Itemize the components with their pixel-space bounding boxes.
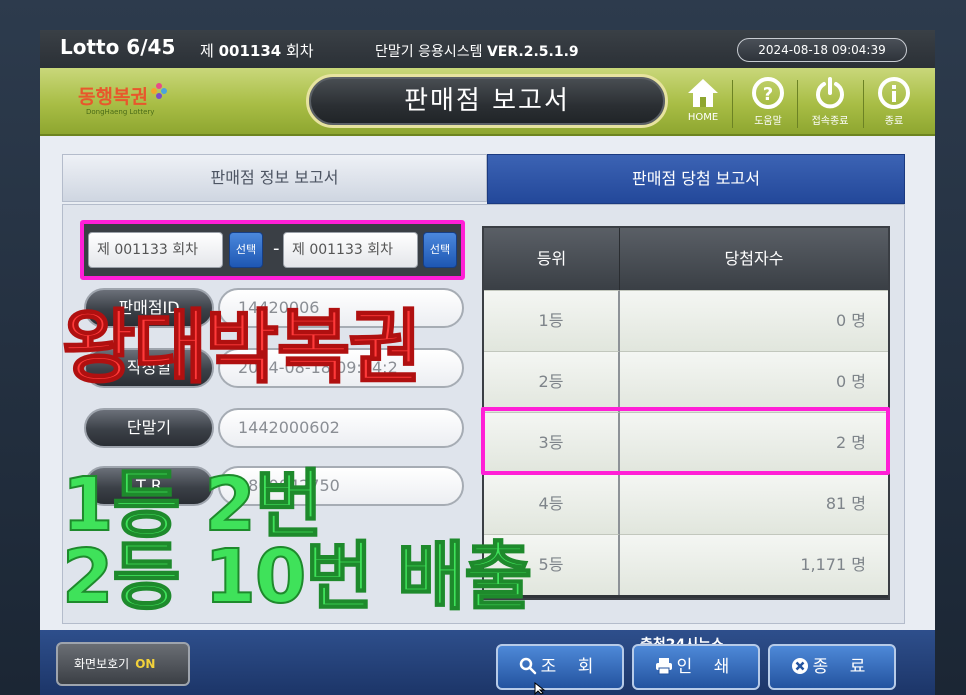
winner-count: 81: [825, 494, 847, 513]
screensaver-label: 화면보호기: [74, 657, 130, 671]
mouse-cursor-icon: [534, 682, 546, 695]
logout-button[interactable]: 접속종료: [806, 74, 854, 132]
search-button[interactable]: 조 회: [496, 644, 624, 690]
unit: 명: [851, 311, 866, 330]
unit: 명: [851, 555, 866, 574]
winner-count-cell: 81 명: [620, 473, 888, 534]
home-icon: [688, 79, 718, 107]
range-separator: -: [273, 238, 280, 259]
help-label: 도움말: [754, 116, 782, 127]
app-name: Lotto 6/45: [60, 35, 176, 59]
overlay-title: 왕대박복권: [61, 301, 423, 394]
device-bezel: Lotto 6/45 제 001134 회차 단말기 응용시스템 VER.2.5…: [0, 0, 966, 695]
winner-count: 0: [835, 372, 847, 391]
logo-flower-icon: [151, 83, 167, 99]
divider: [732, 80, 733, 128]
exit-button[interactable]: 종 료: [768, 644, 896, 690]
bottom-bar: 화면보호기ON 충청24시뉴스 조 회 인 쇄: [40, 630, 935, 695]
help-icon: ?: [752, 77, 784, 109]
screensaver-toggle[interactable]: 화면보호기 ON: [56, 642, 190, 686]
printer-icon: [655, 658, 672, 675]
winner-count: 0: [835, 311, 847, 330]
winner-count: 1,171: [800, 555, 847, 574]
terminal-value: 1442000602: [218, 408, 464, 448]
current-round: 제 001134 회차: [200, 40, 314, 61]
status-bar: Lotto 6/45 제 001134 회차 단말기 응용시스템 VER.2.5…: [40, 30, 935, 68]
round-prefix: 제: [200, 42, 214, 60]
terminal-label: 단말기: [84, 408, 214, 448]
home-button[interactable]: HOME: [679, 74, 727, 132]
exit-app-button[interactable]: 종료: [870, 74, 918, 132]
header-band: 동행복권 DongHaeng Lottery 판매점 보고서 HOME ? 도움…: [40, 68, 935, 136]
exit-label: 종 료: [812, 657, 874, 677]
divider: [797, 80, 798, 128]
round-from-select-button[interactable]: 선택: [229, 232, 263, 268]
logo-text: 동행복권: [78, 86, 148, 108]
system-label: 단말기 응용시스템: [375, 44, 483, 60]
winner-count-cell: 0 명: [620, 351, 888, 412]
logo: 동행복권 DongHaeng Lottery: [78, 82, 168, 122]
tab-store-info-report[interactable]: 판매점 정보 보고서: [62, 154, 487, 202]
winner-count-cell: 0 명: [620, 290, 888, 351]
unit: 명: [851, 494, 866, 513]
round-number: 001134: [218, 42, 282, 60]
divider: [863, 80, 864, 128]
overlay-line-2: 2등 10번 배출: [61, 534, 533, 620]
print-button[interactable]: 인 쇄: [632, 644, 760, 690]
print-label: 인 쇄: [676, 657, 738, 677]
round-to-select-button[interactable]: 선택: [423, 232, 457, 268]
logo-subtext: DongHaeng Lottery: [86, 108, 155, 116]
system-name: 단말기 응용시스템 VER.2.5.1.9: [375, 41, 579, 61]
search-icon: [519, 657, 536, 675]
search-label: 조 회: [540, 657, 602, 677]
winner-count-cell: 1,171 명: [620, 534, 888, 595]
rank-cell: 4등: [484, 473, 620, 534]
svg-text:?: ?: [763, 84, 773, 105]
datetime-display: 2024-08-18 09:04:39: [737, 38, 907, 62]
logout-label: 접속종료: [811, 116, 849, 127]
info-icon: [878, 77, 910, 109]
close-icon: [791, 658, 808, 674]
page-title: 판매점 보고서: [306, 74, 668, 128]
unit: 명: [851, 372, 866, 391]
screensaver-state: ON: [135, 657, 156, 671]
power-icon: [816, 77, 844, 109]
exit-app-label: 종료: [884, 116, 904, 127]
home-label: HOME: [687, 112, 719, 123]
column-header-rank: 등위: [484, 228, 620, 290]
round-range-selector: 제 001133 회차 선택 - 제 001133 회차 선택: [80, 220, 465, 280]
column-header-winners: 당첨자수: [620, 228, 888, 290]
rank-cell: 1등: [484, 290, 620, 351]
overlay-line-1: 1등 2번: [61, 462, 324, 548]
round-suffix: 회차: [286, 42, 314, 60]
rank-cell: 2등: [484, 351, 620, 412]
round-from-input[interactable]: 제 001133 회차: [88, 232, 223, 268]
round-to-input[interactable]: 제 001133 회차: [283, 232, 418, 268]
help-button[interactable]: ? 도움말: [744, 74, 792, 132]
tab-store-winning-report[interactable]: 판매점 당첨 보고서: [487, 154, 905, 204]
system-version: VER.2.5.1.9: [486, 44, 579, 60]
highlight-box: [481, 407, 890, 475]
